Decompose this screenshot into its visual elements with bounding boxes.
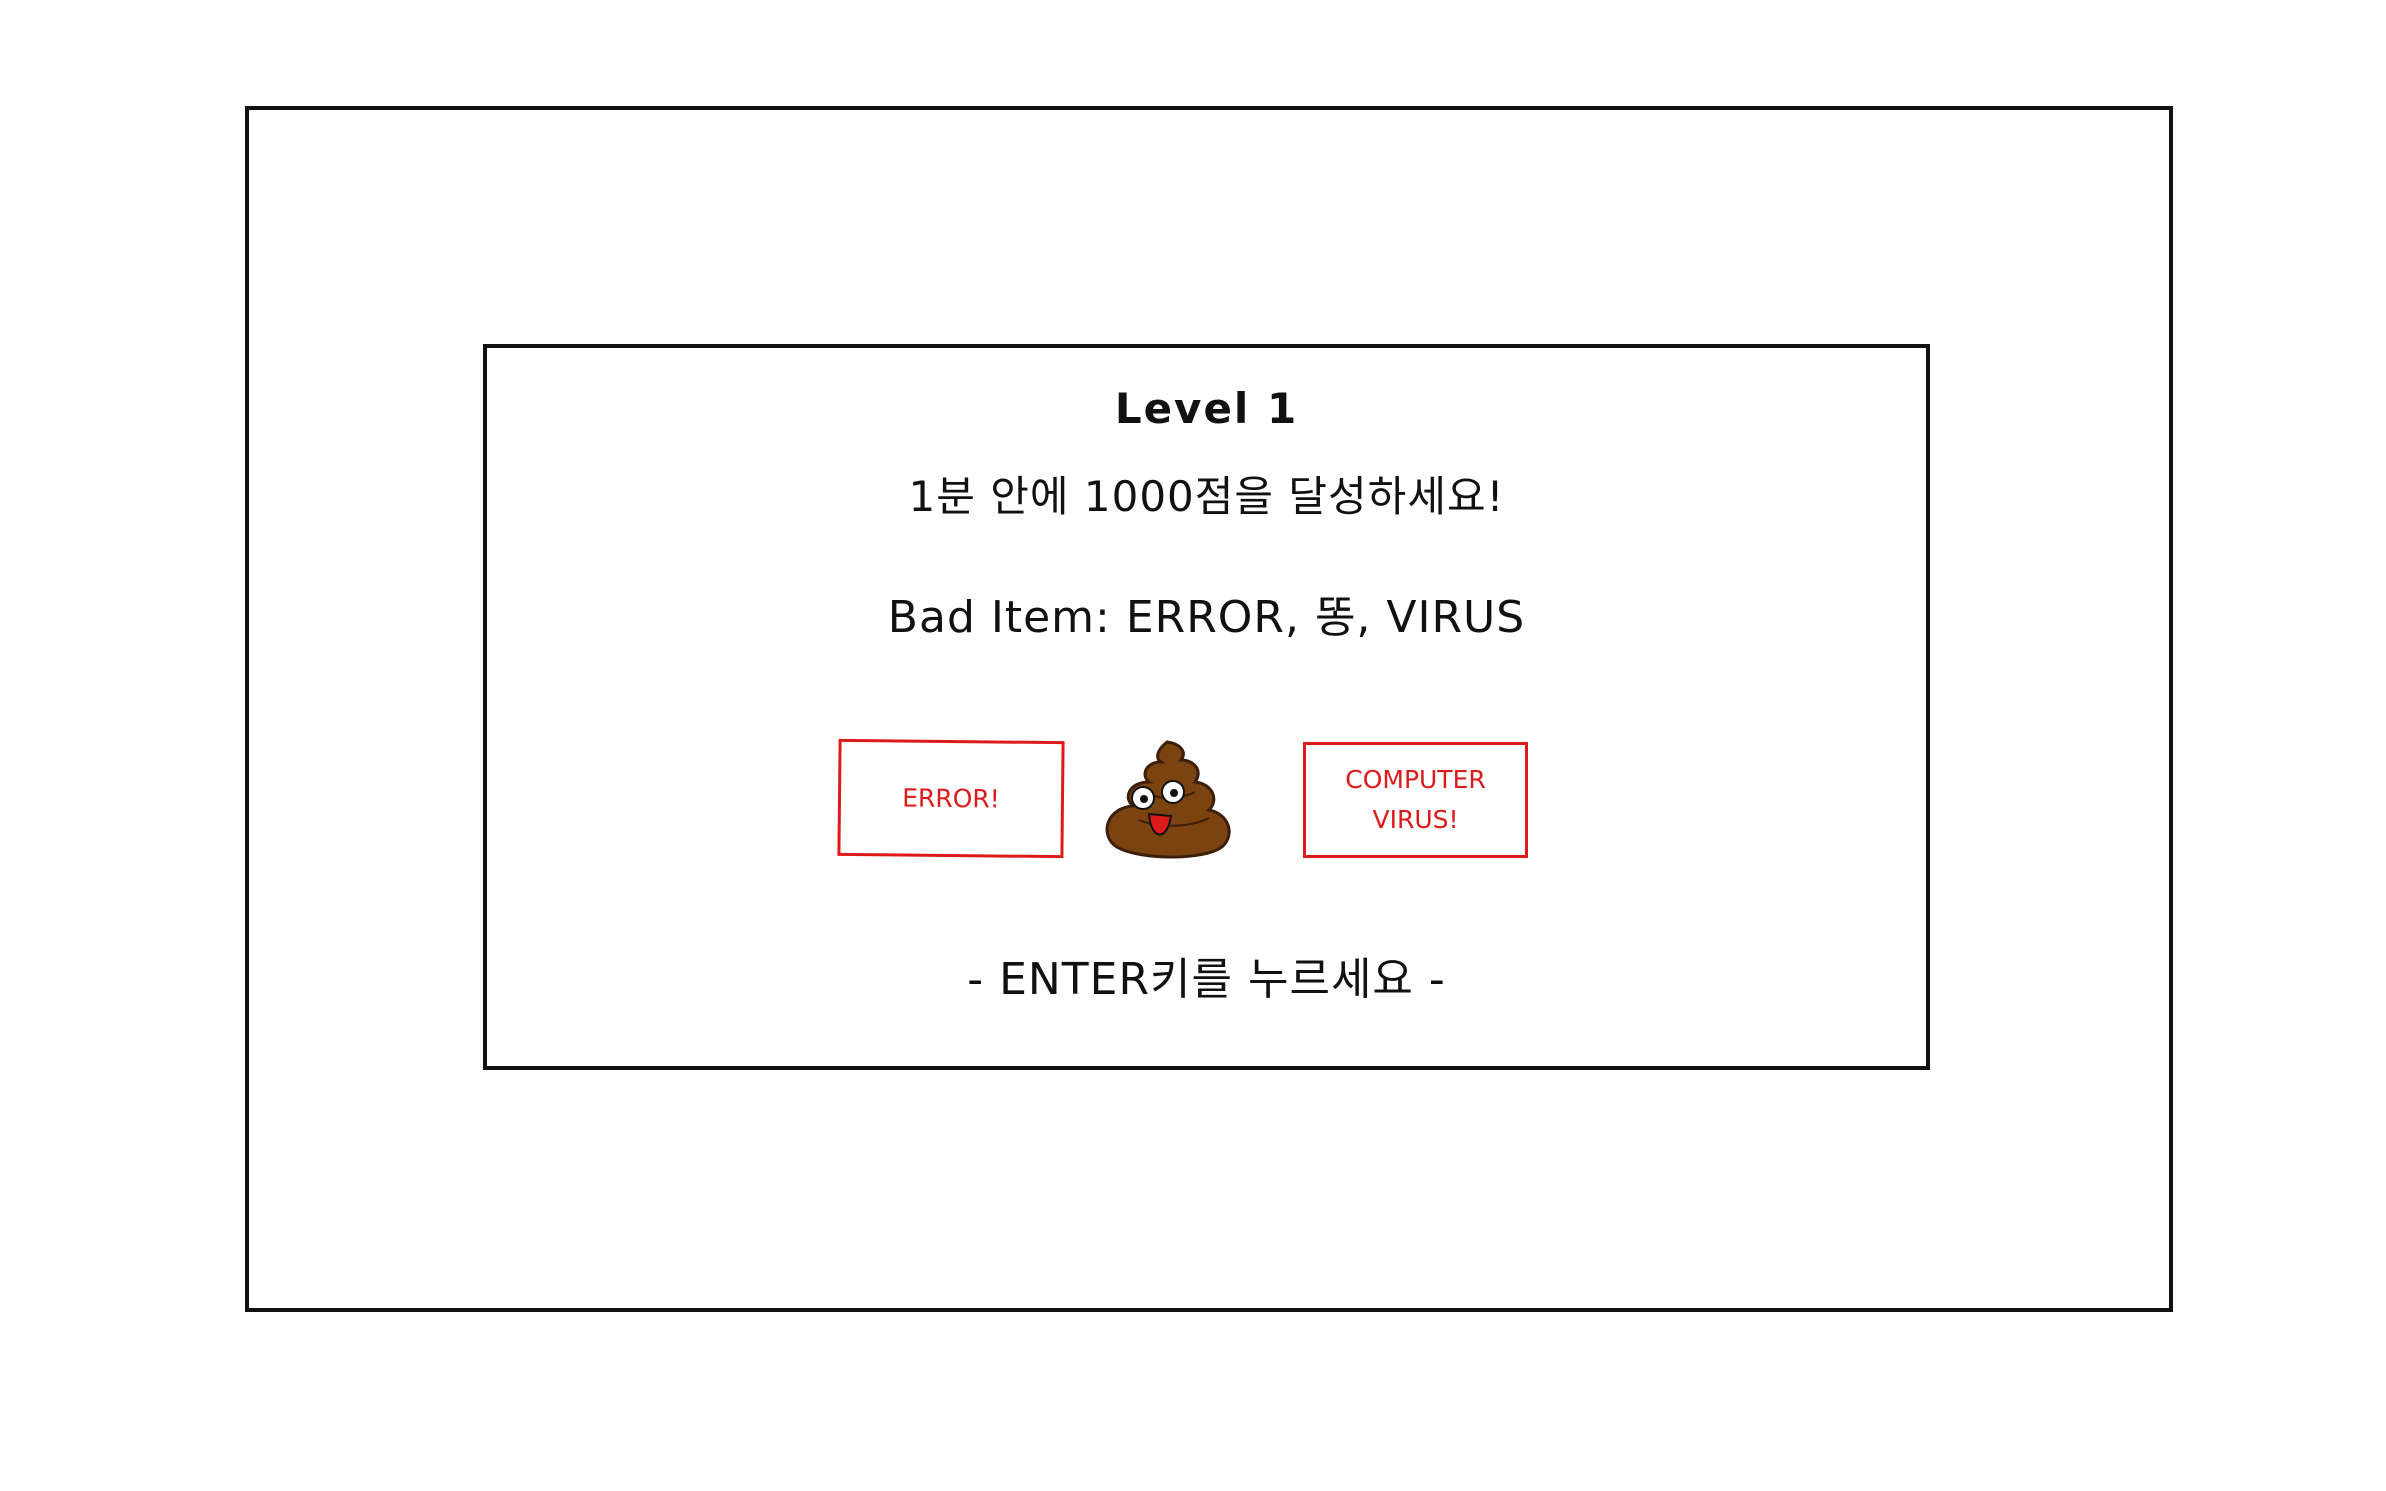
- goal-text: 1분 안에 1000점을 달성하세요!: [908, 472, 1505, 521]
- virus-item-label-line1: COMPUTER: [1345, 765, 1486, 794]
- virus-item-label-line2: VIRUS!: [1372, 805, 1459, 834]
- poop-icon: [1105, 740, 1231, 859]
- level-intro-dialog: Level 1 1분 안에 1000점을 달성하세요! Bad Item: ER…: [483, 344, 1930, 1070]
- bad-items-text: Bad Item: ERROR, 똥, VIRUS: [887, 592, 1526, 643]
- enter-prompt: - ENTER키를 누르세요 -: [967, 954, 1446, 1005]
- level-title: Level 1: [1114, 384, 1299, 433]
- virus-item-card: COMPUTER VIRUS!: [1303, 742, 1528, 858]
- error-item-label: ERROR!: [902, 783, 1000, 814]
- error-item-card: ERROR!: [837, 738, 1065, 859]
